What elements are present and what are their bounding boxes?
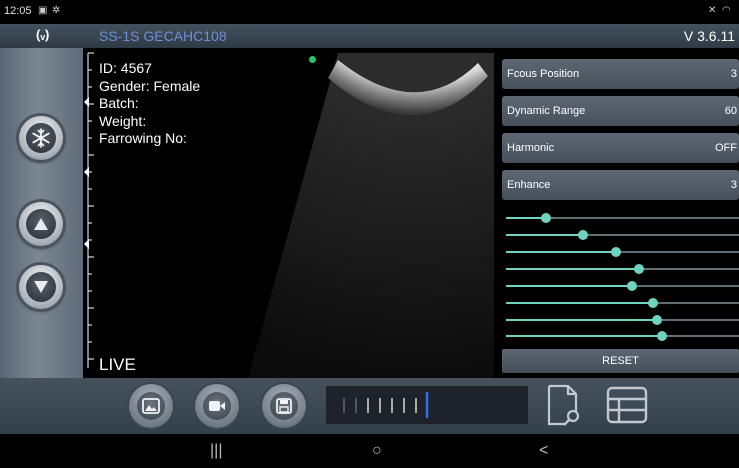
harmonic-setting[interactable]: Harmonic OFF bbox=[502, 133, 739, 163]
recents-button[interactable]: ||| bbox=[210, 442, 222, 460]
patient-info: ID: 4567 Gender: Female Batch: Weight: F… bbox=[99, 60, 200, 148]
table-button[interactable] bbox=[606, 386, 648, 424]
tgc-slider-1[interactable] bbox=[506, 212, 739, 224]
wireless-signal-icon: (ᵥ) bbox=[36, 27, 50, 42]
navigation-bar: ||| ○ < bbox=[0, 434, 739, 468]
mute-icon: ✕ bbox=[708, 5, 717, 16]
wifi-icon: ◠ bbox=[722, 5, 731, 16]
freeze-button[interactable] bbox=[19, 116, 63, 160]
depth-ruler bbox=[84, 52, 94, 368]
focus-marker bbox=[84, 239, 89, 249]
video-icon bbox=[203, 392, 231, 420]
device-name: SS-1S GECAHC108 bbox=[99, 28, 227, 44]
image-icon bbox=[137, 392, 165, 420]
patient-weight: Weight: bbox=[99, 112, 147, 129]
tgc-slider-3[interactable] bbox=[506, 246, 739, 258]
ultrasound-image[interactable]: ID: 4567 Gender: Female Batch: Weight: F… bbox=[83, 48, 494, 378]
image-button[interactable] bbox=[129, 384, 173, 428]
parameter-panel: Fcous Position 3 Dynamic Range 60 Harmon… bbox=[494, 48, 739, 378]
focus-position-value: 3 bbox=[730, 68, 737, 80]
clock: 12:05 bbox=[4, 5, 32, 17]
tgc-slider-5[interactable] bbox=[506, 280, 739, 292]
tgc-slider-8[interactable] bbox=[506, 330, 739, 342]
enhance-value: 3 bbox=[730, 179, 737, 191]
tgc-slider-4[interactable] bbox=[506, 263, 739, 275]
dynamic-range-label: Dynamic Range bbox=[507, 105, 586, 117]
patient-batch: Batch: bbox=[99, 95, 139, 111]
harmonic-value: OFF bbox=[715, 142, 737, 154]
focus-position-label: Fcous Position bbox=[507, 68, 580, 80]
snowflake-icon bbox=[26, 123, 56, 153]
file-search-button[interactable] bbox=[546, 383, 586, 427]
tgc-slider-2[interactable] bbox=[506, 229, 739, 241]
reset-button[interactable]: RESET bbox=[502, 349, 739, 373]
settings-notification-icon: ✲ bbox=[52, 5, 61, 16]
file-search-icon bbox=[547, 384, 580, 426]
status-dot bbox=[309, 56, 316, 63]
save-icon bbox=[270, 392, 298, 420]
bottom-toolbar bbox=[0, 378, 739, 434]
patient-farrowing: Farrowing No: bbox=[99, 130, 187, 146]
harmonic-label: Harmonic bbox=[507, 142, 555, 154]
down-button[interactable] bbox=[19, 265, 63, 309]
version-label: V 3.6.11 bbox=[683, 28, 735, 44]
down-arrow-icon bbox=[26, 272, 56, 302]
tgc-slider-7[interactable] bbox=[506, 314, 739, 326]
back-button[interactable]: < bbox=[539, 442, 548, 460]
up-button[interactable] bbox=[19, 202, 63, 246]
enhance-label: Enhance bbox=[507, 179, 551, 191]
focus-marker bbox=[84, 97, 89, 107]
patient-gender: Gender: Female bbox=[99, 77, 201, 94]
patient-id: ID: 4567 bbox=[99, 60, 152, 76]
left-control-panel bbox=[0, 48, 83, 378]
save-button[interactable] bbox=[262, 384, 306, 428]
focus-marker bbox=[84, 167, 89, 177]
video-button[interactable] bbox=[195, 384, 239, 428]
title-bar: (ᵥ) SS-1S GECAHC108 V 3.6.11 bbox=[0, 24, 739, 48]
enhance-setting[interactable]: Enhance 3 bbox=[502, 170, 739, 200]
gallery-icon: ▣ bbox=[38, 5, 48, 16]
cine-loop-bar[interactable] bbox=[326, 386, 528, 424]
status-bar: 12:05 ▣ ✲ ✕ ◠ bbox=[0, 0, 739, 24]
dynamic-range-value: 60 bbox=[724, 105, 737, 117]
table-icon bbox=[606, 386, 648, 424]
live-indicator: LIVE bbox=[99, 355, 136, 374]
dynamic-range-setting[interactable]: Dynamic Range 60 bbox=[502, 96, 739, 126]
focus-position-setting[interactable]: Fcous Position 3 bbox=[502, 59, 739, 89]
up-arrow-icon bbox=[26, 209, 56, 239]
home-button[interactable]: ○ bbox=[372, 442, 382, 460]
tgc-slider-6[interactable] bbox=[506, 297, 739, 309]
